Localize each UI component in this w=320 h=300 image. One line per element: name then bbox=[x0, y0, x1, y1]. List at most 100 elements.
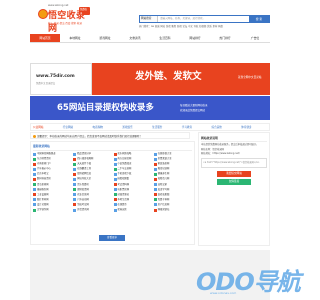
site-link[interactable]: 网址导航大全 bbox=[73, 177, 111, 182]
category-item[interactable]: 综合其他 bbox=[210, 124, 240, 130]
site-favicon-icon bbox=[33, 157, 36, 161]
site-link[interactable]: 精品资源分享 bbox=[73, 152, 111, 156]
site-link-label: 装修效果图 bbox=[157, 192, 170, 196]
category-item[interactable]: 行业网站 bbox=[61, 124, 91, 130]
site-favicon-icon bbox=[73, 172, 77, 176]
site-link-label: 职场招聘信息 bbox=[77, 172, 92, 176]
site-link[interactable]: 搞笑视频集 bbox=[113, 177, 152, 182]
site-link-label: 母婴育儿网 bbox=[157, 177, 170, 181]
site-link-label: 健康养生网 bbox=[157, 172, 170, 176]
site-link[interactable]: 网络营销站 bbox=[153, 208, 192, 212]
site-favicon-icon bbox=[33, 152, 36, 156]
banner-ad-65dir[interactable]: 65网站目录提权快收录多 每日赠送大量新网站收录 欢迎来此免费提交网站 bbox=[30, 96, 270, 120]
category-item[interactable]: 电商购物 bbox=[91, 124, 121, 130]
more-sites-button[interactable]: 查看更多 bbox=[99, 235, 125, 241]
site-link[interactable]: 小说免费阅读 bbox=[113, 162, 152, 166]
site-link[interactable]: 英语学习网 bbox=[153, 188, 192, 192]
search-button[interactable]: 搜 索 bbox=[249, 16, 269, 22]
site-logo[interactable]: www.wkong.net 悟空收录网 免费收录 收入·收录·提交·百度·搜索·… bbox=[30, 4, 90, 34]
site-link[interactable]: 美食菜谱大全 bbox=[153, 157, 192, 161]
site-link[interactable]: 青岛新闻网 bbox=[33, 183, 71, 187]
site-link[interactable]: 外贸资讯网 bbox=[73, 208, 111, 212]
site-link[interactable]: 图片素材网 bbox=[33, 198, 71, 202]
link-code-box[interactable]: <a href="https://www.wkong.net/">悟空收录网</… bbox=[201, 157, 267, 168]
friend-links-button[interactable]: 友情链接 bbox=[217, 178, 251, 185]
site-link[interactable]: 北京本地宝 bbox=[33, 172, 71, 176]
site-favicon-icon bbox=[73, 152, 77, 156]
site-favicon-icon bbox=[73, 193, 77, 197]
site-link[interactable]: 数码科技资讯 bbox=[33, 177, 71, 182]
site-link[interactable]: 汽车报价中心 bbox=[33, 167, 71, 171]
site-link[interactable]: 手机游戏下载 bbox=[113, 172, 152, 176]
site-link[interactable]: 户外运动网 bbox=[73, 198, 111, 202]
site-link[interactable]: 健康养生网 bbox=[153, 172, 192, 176]
site-favicon-icon bbox=[73, 183, 77, 187]
site-favicon-icon bbox=[33, 167, 36, 171]
site-favicon-icon bbox=[33, 203, 36, 207]
site-link[interactable]: 文学创作网 bbox=[33, 208, 71, 212]
category-item[interactable]: 游戏娱乐 bbox=[120, 124, 150, 130]
submit-site-button[interactable]: 我要提交网站 bbox=[217, 170, 251, 177]
site-link[interactable]: 本地生活网 bbox=[113, 198, 152, 202]
site-link[interactable]: 考试资料网 bbox=[113, 183, 152, 187]
category-item[interactable]: 体育健身 bbox=[239, 124, 269, 130]
site-link[interactable]: 母婴育儿网 bbox=[153, 177, 192, 182]
site-link[interactable]: 教育培训网 bbox=[153, 167, 192, 171]
search-input[interactable]: 请输入网址、名称、关键词、进行搜索。 bbox=[158, 16, 249, 22]
search-type-select[interactable]: 网站搜索 bbox=[140, 16, 158, 22]
nav-item-games[interactable]: 游戏网址 bbox=[90, 34, 120, 42]
site-link[interactable]: 装修效果图 bbox=[153, 192, 192, 197]
site-link[interactable]: 天天软件下载 bbox=[73, 162, 111, 166]
site-favicon-icon bbox=[153, 172, 157, 176]
banner-ad-75dir[interactable]: www.75dir.com 免费中文目录提交 发外链、发软文 就到全网中文目录站 bbox=[30, 63, 270, 95]
site-link[interactable]: 农业信息网 bbox=[73, 193, 111, 197]
site-favicon-icon bbox=[113, 167, 117, 171]
site-link[interactable]: 在线算命 bbox=[113, 203, 152, 207]
nav-item-local[interactable]: 本地网址 bbox=[60, 34, 90, 42]
site-link[interactable]: 房产信息网 bbox=[153, 203, 192, 207]
site-link[interactable]: 家居装修网 bbox=[153, 162, 192, 166]
category-item[interactable]: 生活服务 bbox=[150, 124, 180, 130]
site-link[interactable]: 四川旅游攻略网 bbox=[73, 157, 111, 161]
site-link[interactable]: 设计灵感网 bbox=[33, 203, 71, 207]
site-link[interactable]: 动漫资源站 bbox=[113, 193, 152, 197]
site-link[interactable]: 驾校考试网 bbox=[73, 203, 111, 207]
site-favicon-icon bbox=[33, 188, 36, 192]
site-favicon-icon bbox=[153, 178, 157, 182]
site-favicon-icon bbox=[153, 157, 157, 161]
nav-item-life[interactable]: 生活百科 bbox=[150, 34, 180, 42]
banner-ad-logo-panel: www.75dir.com 免费中文目录提交 bbox=[30, 63, 92, 95]
site-link[interactable]: 婚嫁服务网 bbox=[33, 188, 71, 192]
site-favicon-icon bbox=[113, 152, 117, 156]
site-link[interactable]: 在线翻译工具 bbox=[73, 167, 111, 171]
site-link[interactable]: 二手车交易网 bbox=[113, 167, 152, 171]
category-item[interactable]: 学习教育 bbox=[180, 124, 210, 130]
site-link[interactable]: 电影票房网 bbox=[113, 188, 152, 192]
site-link[interactable]: 理财投资网 bbox=[73, 188, 111, 192]
category-item[interactable]: 公益网站 bbox=[31, 124, 61, 130]
site-link[interactable]: 南方日报官网 bbox=[113, 157, 152, 161]
banner2-title: 65网站目录提权快收录多 bbox=[57, 103, 154, 113]
site-link[interactable]: 音乐免费听 bbox=[73, 183, 111, 187]
site-link[interactable]: 在线影视大全 bbox=[153, 152, 192, 156]
nav-item-ranking[interactable]: 网站排行 bbox=[180, 34, 210, 42]
logo-url: www.wkong.net bbox=[48, 4, 69, 7]
banner-ad-url: www.75dir.com bbox=[36, 74, 75, 79]
site-favicon-icon bbox=[73, 157, 77, 161]
site-link[interactable]: 欢乐网游攻略 bbox=[113, 152, 152, 156]
site-grid: 中国体育网络频道 精品资源分享 欢乐网游攻略 在线影视大全东方财经资讯 四川旅游攻略网 南… bbox=[33, 152, 192, 212]
site-link[interactable]: 免费字体网 bbox=[153, 198, 192, 202]
nav-item-articles[interactable]: 文章资讯 bbox=[120, 34, 150, 42]
site-link[interactable]: 东方财经资讯 bbox=[33, 157, 71, 161]
site-link[interactable]: 工业设备网 bbox=[33, 193, 71, 197]
site-link[interactable]: 宠物之家 bbox=[153, 183, 192, 187]
site-link[interactable]: 职场招聘信息 bbox=[73, 172, 111, 176]
site-link[interactable]: 河南新闻门户 bbox=[33, 162, 71, 166]
site-link-label: 教育培训网 bbox=[157, 167, 170, 171]
nav-item-hot[interactable]: 热门排行 bbox=[210, 34, 240, 42]
site-link[interactable]: 中国体育网络频道 bbox=[33, 152, 71, 156]
nav-item-ads[interactable]: 广告位 bbox=[240, 34, 270, 42]
nav-item-home[interactable]: 网站首页 bbox=[30, 34, 60, 42]
hot-search-links[interactable]: 热门搜索：Ae 商城 网站 游戏 教程 影视 论坛 中文 导航 短视频 优质 素… bbox=[139, 24, 270, 28]
site-link[interactable]: 星座运势 bbox=[113, 208, 152, 212]
